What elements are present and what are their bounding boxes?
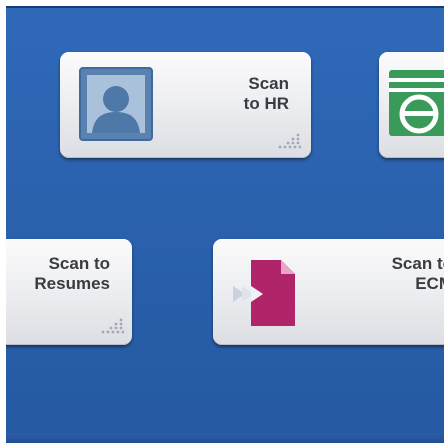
ecm-logo-tile[interactable] xyxy=(379,52,444,158)
scan-to-ecm-button[interactable]: Scan to ECM xyxy=(213,239,444,345)
scan-menu-screen: Scan to HR Scan to Resumes Scan t EC xyxy=(6,6,444,443)
bottom-bar xyxy=(6,433,444,443)
dot-grid-icon xyxy=(100,317,125,335)
scan-to-resumes-label: Scan to Resumes xyxy=(34,254,110,293)
scan-to-hr-button[interactable]: Scan to HR xyxy=(60,52,311,158)
dot-grid-icon xyxy=(277,132,302,150)
scan-to-resumes-button[interactable]: Scan to Resumes xyxy=(6,239,132,345)
scan-to-ecm-label: Scan to ECM xyxy=(391,254,444,293)
document-arrow-icon xyxy=(233,256,303,330)
scan-to-hr-label: Scan to HR xyxy=(243,74,289,113)
person-photo-icon xyxy=(78,66,154,142)
ecm-logo-icon xyxy=(389,68,444,140)
